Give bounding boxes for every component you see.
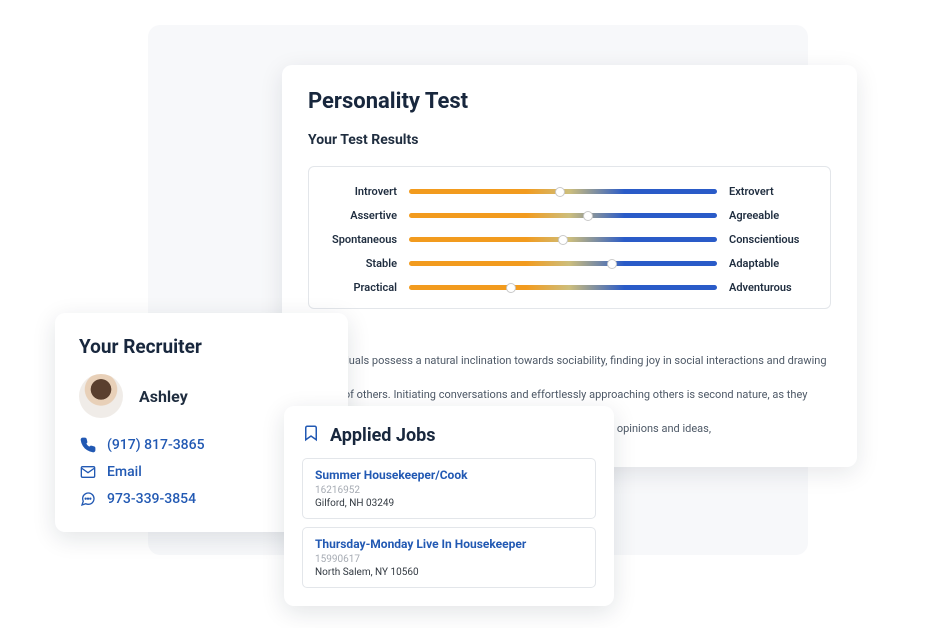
email-icon <box>79 463 97 481</box>
trait-marker[interactable] <box>607 259 617 269</box>
recruiter-sms-text: 973-339-3854 <box>107 491 196 507</box>
job-id: 16216952 <box>315 485 583 496</box>
trait-row: Introvert Extrovert <box>327 185 812 198</box>
trait-row: Stable Adaptable <box>327 257 812 270</box>
trait-right-label: Conscientious <box>717 233 812 246</box>
trait-left-label: Introvert <box>327 185 409 198</box>
trait-slider[interactable] <box>409 285 717 290</box>
trait-marker[interactable] <box>555 187 565 197</box>
recruiter-phone-text: (917) 817-3865 <box>107 437 205 453</box>
job-location: Gilford, NH 03249 <box>315 498 583 509</box>
result-heading-partial: ed <box>308 327 831 342</box>
trait-right-label: Adventurous <box>717 281 812 294</box>
recruiter-name: Ashley <box>139 387 188 406</box>
trait-left-label: Assertive <box>327 209 409 222</box>
trait-left-label: Practical <box>327 281 409 294</box>
trait-left-label: Spontaneous <box>327 233 409 246</box>
trait-marker[interactable] <box>583 211 593 221</box>
trait-row: Practical Adventurous <box>327 281 812 294</box>
job-id: 15990617 <box>315 554 583 565</box>
trait-right-label: Agreeable <box>717 209 812 222</box>
job-item[interactable]: Summer Housekeeper/Cook 16216952 Gilford… <box>302 458 596 519</box>
job-location: North Salem, NY 10560 <box>315 567 583 578</box>
job-title: Summer Housekeeper/Cook <box>315 468 583 482</box>
recruiter-title: Your Recruiter <box>79 335 324 358</box>
results-box: Introvert Extrovert Assertive Agreeable … <box>308 166 831 309</box>
trait-marker[interactable] <box>506 283 516 293</box>
phone-icon <box>79 436 97 454</box>
personality-title: Personality Test <box>308 89 831 114</box>
trait-slider[interactable] <box>409 213 717 218</box>
trait-slider[interactable] <box>409 189 717 194</box>
avatar <box>79 374 123 418</box>
trait-right-label: Extrovert <box>717 185 812 198</box>
job-title: Thursday-Monday Live In Housekeeper <box>315 537 583 551</box>
job-item[interactable]: Thursday-Monday Live In Housekeeper 1599… <box>302 527 596 588</box>
trait-slider[interactable] <box>409 237 717 242</box>
trait-row: Spontaneous Conscientious <box>327 233 812 246</box>
applied-jobs-header: Applied Jobs <box>302 424 596 446</box>
trait-row: Assertive Agreeable <box>327 209 812 222</box>
chat-icon <box>79 490 97 508</box>
results-subtitle: Your Test Results <box>308 132 831 148</box>
applied-jobs-card: Applied Jobs Summer Housekeeper/Cook 162… <box>284 406 614 606</box>
bookmark-icon <box>302 424 320 446</box>
trait-slider[interactable] <box>409 261 717 266</box>
trait-left-label: Stable <box>327 257 409 270</box>
applied-jobs-title: Applied Jobs <box>330 425 436 446</box>
trait-marker[interactable] <box>558 235 568 245</box>
recruiter-email-text: Email <box>107 464 142 480</box>
trait-right-label: Adaptable <box>717 257 812 270</box>
